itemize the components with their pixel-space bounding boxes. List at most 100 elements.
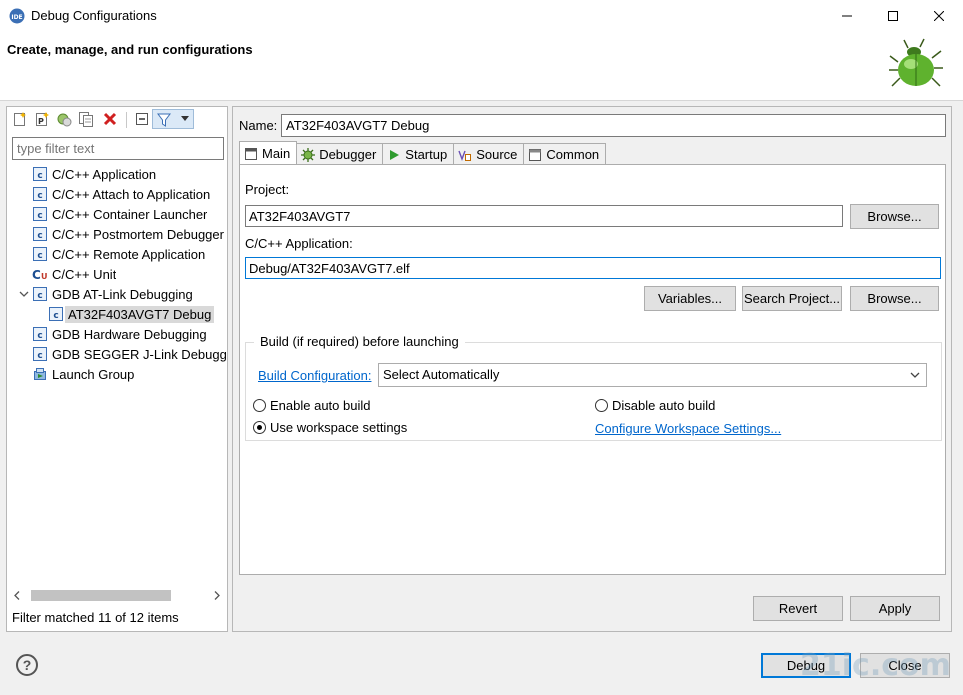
minimize-button[interactable]	[824, 0, 870, 31]
svg-text:c: c	[37, 171, 42, 181]
tree-item-label: C/C++ Attach to Application	[52, 186, 211, 202]
tab-label: Startup	[405, 147, 448, 162]
tree-item-label: C/C++ Application	[52, 166, 157, 182]
tree-item-cpp-application[interactable]: c C/C++ Application	[32, 164, 156, 184]
c-unit-icon: CU	[32, 268, 48, 282]
toolbar-separator	[126, 112, 127, 128]
new-prototype-icon[interactable]: P	[34, 111, 50, 127]
horizontal-scrollbar[interactable]	[11, 587, 223, 604]
tree-item-label: C/C++ Container Launcher	[52, 206, 208, 222]
cpp-application-input[interactable]	[245, 257, 941, 279]
svg-text:P: P	[38, 117, 44, 126]
c-config-icon: c	[49, 307, 63, 321]
scroll-left-icon[interactable]	[13, 591, 21, 600]
tree-item-gdb-hardware[interactable]: c GDB Hardware Debugging	[32, 324, 207, 344]
c-config-icon: c	[33, 227, 47, 241]
tree-item-cpp-remote[interactable]: c C/C++ Remote Application	[32, 244, 205, 264]
project-input[interactable]	[245, 205, 843, 227]
c-config-icon: c	[33, 327, 47, 341]
tab-label: Source	[476, 147, 518, 162]
apply-button[interactable]: Apply	[850, 596, 940, 621]
svg-text:U: U	[41, 272, 48, 281]
tab-debugger[interactable]: Debugger	[297, 143, 384, 165]
duplicate-configuration-icon[interactable]	[78, 111, 94, 127]
radio-circle	[595, 399, 608, 412]
variables-button[interactable]: Variables...	[644, 286, 736, 311]
tree-item-label: C/C++ Postmortem Debugger	[52, 226, 224, 242]
svg-text:c: c	[37, 351, 42, 361]
close-icon	[934, 10, 944, 21]
configure-workspace-settings-link[interactable]: Configure Workspace Settings...	[595, 421, 781, 436]
collapse-all-icon[interactable]	[134, 111, 150, 127]
tab-label: Common	[546, 147, 600, 162]
main-tab-content: Project: Browse... C/C++ Application: Va…	[239, 164, 946, 575]
c-config-icon: c	[33, 287, 47, 301]
tab-common[interactable]: Common	[524, 143, 607, 165]
tree-item-label: C/C++ Unit	[52, 266, 117, 282]
configuration-editor-panel: Name: Main Debugger Startup Source Commo…	[232, 106, 952, 632]
use-workspace-settings-radio[interactable]: Use workspace settings	[253, 420, 407, 435]
tab-startup[interactable]: Startup	[383, 143, 455, 165]
build-settings-group: Build (if required) before launching Bui…	[245, 334, 942, 441]
project-label: Project:	[245, 182, 290, 197]
title-bar: IDE Debug Configurations	[0, 0, 963, 31]
radio-circle	[253, 399, 266, 412]
tree-item-cpp-attach[interactable]: c C/C++ Attach to Application	[32, 184, 210, 204]
tree-item-label: Launch Group	[52, 366, 135, 382]
radio-label: Use workspace settings	[270, 420, 408, 435]
disable-auto-build-radio[interactable]: Disable auto build	[595, 398, 715, 413]
tree-item-cpp-unit[interactable]: CU C/C++ Unit	[32, 264, 116, 284]
filter-input[interactable]	[12, 137, 224, 160]
scrollbar-thumb[interactable]	[31, 590, 171, 601]
svg-text:IDE: IDE	[11, 14, 22, 21]
common-tab-icon	[529, 148, 542, 161]
source-icon	[458, 150, 472, 161]
svg-text:C: C	[32, 268, 41, 282]
radio-label: Enable auto build	[270, 398, 371, 413]
export-configuration-icon[interactable]	[56, 111, 72, 127]
eclipse-ide-icon: IDE	[9, 8, 25, 24]
tree-item-launch-group[interactable]: Launch Group	[32, 364, 134, 384]
chevron-down-icon[interactable]	[18, 288, 30, 300]
c-config-icon: c	[33, 347, 47, 361]
tree-item-cpp-container[interactable]: c C/C++ Container Launcher	[32, 204, 207, 224]
close-window-button[interactable]	[916, 0, 962, 31]
filter-icon	[157, 113, 171, 127]
browse-project-button[interactable]: Browse...	[850, 204, 939, 229]
tree-item-cpp-postmortem[interactable]: c C/C++ Postmortem Debugger	[32, 224, 224, 244]
tree-item-label: AT32F403AVGT7 Debug	[65, 305, 215, 323]
scroll-right-icon[interactable]	[213, 591, 221, 600]
filter-status-text: Filter matched 11 of 12 items	[12, 610, 179, 625]
launch-group-icon	[34, 368, 46, 380]
c-config-icon: c	[33, 207, 47, 221]
filter-configurations-button[interactable]	[152, 109, 194, 129]
svg-text:c: c	[37, 231, 42, 241]
revert-button[interactable]: Revert	[753, 596, 843, 621]
radio-label: Disable auto build	[612, 398, 716, 413]
tree-item-gdb-segger[interactable]: c GDB SEGGER J-Link Debugging	[32, 344, 227, 364]
tree-item-label: GDB Hardware Debugging	[52, 326, 207, 342]
tab-source[interactable]: Source	[454, 143, 525, 165]
enable-auto-build-radio[interactable]: Enable auto build	[253, 398, 370, 413]
build-configuration-value: Select Automatically	[383, 367, 500, 382]
tree-item-label: C/C++ Remote Application	[52, 246, 206, 262]
svg-text:c: c	[37, 211, 42, 221]
name-input[interactable]	[281, 114, 946, 137]
debug-bug-icon	[889, 38, 943, 87]
new-configuration-icon[interactable]	[12, 111, 28, 127]
configuration-list-panel: P c C/C++ Application	[6, 106, 228, 632]
build-configuration-link[interactable]: Build Configuration:	[258, 368, 371, 383]
tab-bar: Main Debugger Startup Source Common	[239, 141, 607, 165]
delete-configuration-icon[interactable]	[102, 111, 118, 127]
help-icon[interactable]: ?	[16, 654, 38, 676]
tree-item-at32-debug[interactable]: c AT32F403AVGT7 Debug	[48, 304, 215, 324]
tree-item-gdb-atlink[interactable]: c GDB AT-Link Debugging	[32, 284, 193, 304]
browse-application-button[interactable]: Browse...	[850, 286, 939, 311]
window-title: Debug Configurations	[31, 8, 157, 23]
tab-main[interactable]: Main	[239, 141, 298, 165]
build-configuration-select[interactable]: Select Automatically	[378, 363, 927, 387]
maximize-button[interactable]	[870, 0, 916, 31]
search-project-button[interactable]: Search Project...	[742, 286, 842, 311]
tab-label: Debugger	[319, 147, 377, 162]
svg-text:c: c	[37, 331, 42, 341]
